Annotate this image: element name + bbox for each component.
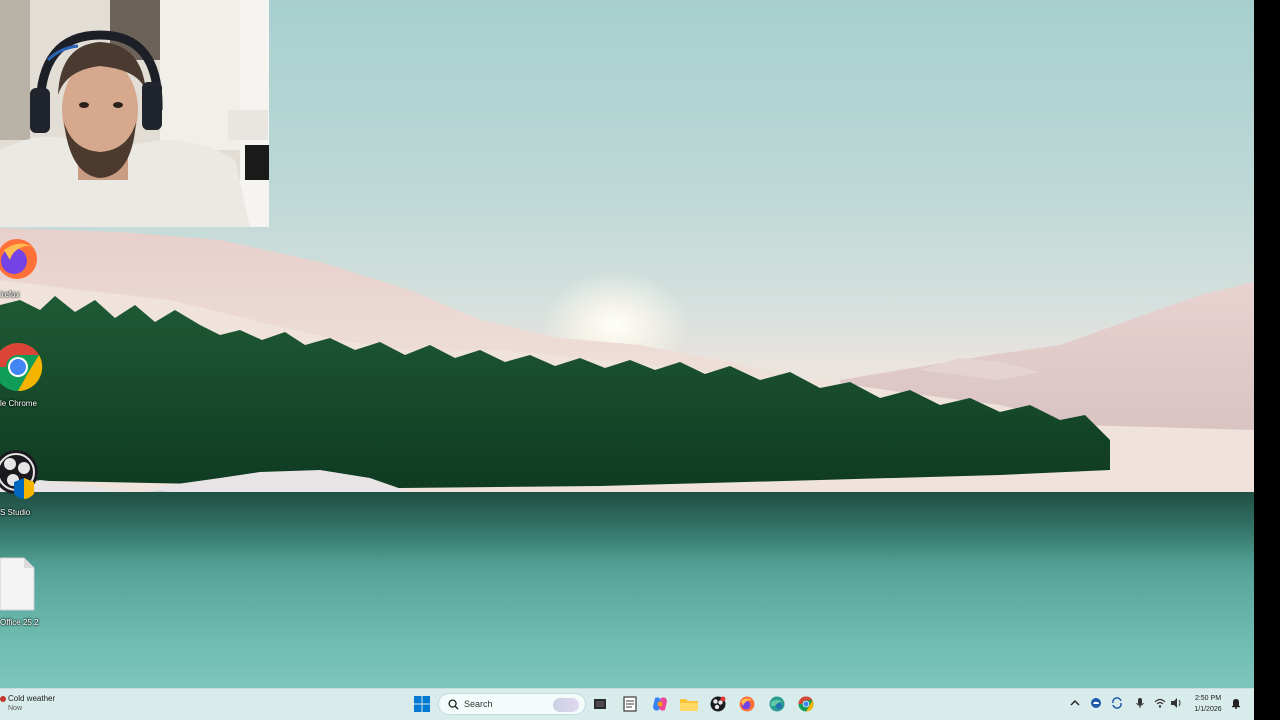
system-clock[interactable]: 2:50 PM 1/1/2026 <box>1188 693 1228 715</box>
weather-subtitle: Now <box>8 705 23 712</box>
edge-dev-icon <box>769 696 785 712</box>
taskbar-search-box[interactable]: Search <box>438 693 586 715</box>
clock-time: 2:50 PM <box>1194 695 1222 702</box>
desktop-icon-office[interactable]: Office 25.2 <box>0 552 44 652</box>
copilot-button[interactable] <box>648 692 672 716</box>
webcam-overlay <box>0 0 269 227</box>
chrome-icon <box>798 696 814 712</box>
chrome-taskbar-button[interactable] <box>794 692 818 716</box>
sync-icon[interactable] <box>1111 697 1123 709</box>
desktop-icon-label: irefox <box>0 290 20 299</box>
desktop-screen: irefox le Chrome S Studio Office 25.2 Co… <box>0 0 1254 720</box>
notepad-button[interactable] <box>618 692 642 716</box>
desktop-icon-obs-studio[interactable]: S Studio <box>0 442 44 542</box>
search-highlight-image <box>553 698 579 712</box>
obs-icon <box>710 696 726 712</box>
show-hidden-icons-chevron-up-icon[interactable] <box>1069 697 1081 709</box>
wifi-icon[interactable] <box>1154 697 1166 709</box>
desktop-icon-firefox[interactable]: irefox <box>0 228 44 328</box>
desktop-icon-label: S Studio <box>0 508 31 517</box>
notification-bell-icon[interactable] <box>1230 697 1242 709</box>
taskbar: Cold weather Now Search 2:50 PM 1/1/2026 <box>0 688 1254 720</box>
task-view-button[interactable] <box>588 692 612 716</box>
onedrive-icon[interactable] <box>1090 697 1102 709</box>
wallpaper-lake-reflection <box>0 492 1254 562</box>
notepad-icon <box>623 696 637 712</box>
firefox-icon <box>739 696 755 712</box>
document-file-icon <box>0 557 35 611</box>
weather-title: Cold weather <box>8 694 56 703</box>
edge-taskbar-button[interactable] <box>765 692 789 716</box>
desktop-icon-label: Office 25.2 <box>0 618 39 627</box>
task-view-icon <box>594 699 606 709</box>
windows-logo-icon <box>414 696 430 712</box>
search-placeholder: Search <box>464 699 493 709</box>
firefox-taskbar-button[interactable] <box>735 692 759 716</box>
start-button[interactable] <box>410 692 434 716</box>
volume-icon[interactable] <box>1170 697 1182 709</box>
search-icon <box>448 699 459 710</box>
file-explorer-icon <box>680 699 698 711</box>
file-explorer-button[interactable] <box>677 692 701 716</box>
copilot-icon <box>653 697 667 711</box>
obs-taskbar-button[interactable] <box>706 692 730 716</box>
desktop-icon-chrome[interactable]: le Chrome <box>0 332 44 432</box>
weather-icon <box>0 696 6 702</box>
firefox-icon <box>0 239 37 279</box>
obs-icon <box>0 450 38 499</box>
chrome-icon <box>0 342 43 392</box>
webcam-person-image <box>0 0 269 227</box>
desktop-icon-label: le Chrome <box>0 399 37 408</box>
weather-widget[interactable]: Cold weather Now <box>0 692 80 718</box>
microphone-icon[interactable] <box>1134 697 1146 709</box>
screen-edge-black-bar <box>1254 0 1280 720</box>
clock-date: 1/1/2026 <box>1194 706 1222 713</box>
